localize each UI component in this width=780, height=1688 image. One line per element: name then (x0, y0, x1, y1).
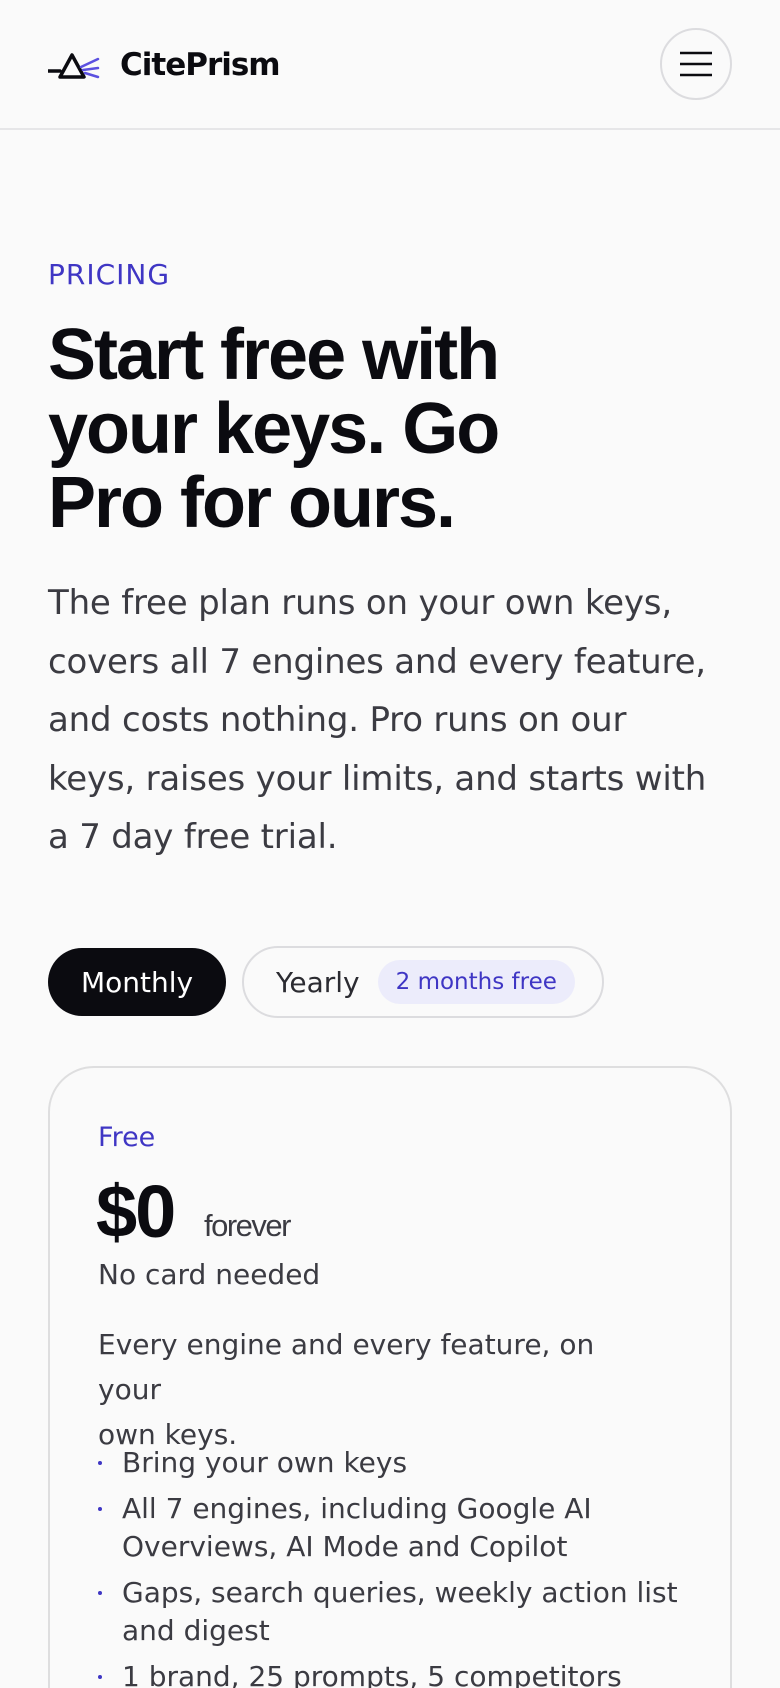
plan-feature: Bring your own keys (98, 1444, 698, 1482)
lede-line: The free plan runs on your own keys, (48, 583, 672, 623)
plan-name: Free (98, 1122, 156, 1153)
plan-note: No card needed (98, 1258, 321, 1291)
plan-description-line: Every engine and every feature, on your (98, 1328, 595, 1406)
hamburger-menu-icon (680, 51, 712, 77)
section-eyebrow: PRICING (48, 258, 171, 291)
plan-feature-text: Gaps, search queries, weekly action list (122, 1576, 678, 1609)
lede-line: keys, raises your limits, and starts wit… (48, 758, 707, 799)
lede-line: a 7 day free trial. (48, 817, 338, 857)
billing-yearly-toggle[interactable]: Yearly 2 months free (242, 946, 604, 1018)
plan-feature-list: Bring your own keys All 7 engines, inclu… (98, 1444, 698, 1688)
bullet-dot-icon (98, 1675, 102, 1679)
billing-yearly-label: Yearly (276, 965, 360, 999)
plan-description: Every engine and every feature, on your … (98, 1322, 658, 1457)
bullet-dot-icon (98, 1591, 102, 1595)
bullet-dot-icon (98, 1461, 102, 1465)
plan-feature: Gaps, search queries, weekly action list… (98, 1574, 698, 1650)
plan-card-free: Free $0 forever No card needed Every eng… (48, 1066, 732, 1688)
menu-button[interactable] (660, 28, 732, 100)
plan-feature-text: Overviews, AI Mode and Copilot (122, 1530, 568, 1563)
brand-name: CitePrism (120, 47, 281, 83)
site-header: CitePrism (0, 0, 780, 130)
plan-feature-text: and digest (122, 1614, 270, 1647)
headline-line: Start free with (48, 315, 500, 395)
page-lede: The free plan runs on your own keys, cov… (48, 574, 738, 867)
pricing-page: CitePrism PRICING Start free with your k… (0, 0, 780, 1688)
plan-feature-text: All 7 engines, including Google AI (122, 1492, 592, 1525)
plan-feature-text: Bring your own keys (122, 1446, 408, 1479)
plan-feature-text: 1 brand, 25 prompts, 5 competitors (122, 1660, 622, 1688)
bullet-dot-icon (98, 1507, 102, 1511)
headline-line: your keys. Go (48, 389, 500, 469)
yearly-discount-badge: 2 months free (377, 960, 575, 1004)
page-headline: Start free with your keys. Go Pro for ou… (48, 318, 708, 540)
headline-line: Pro for ours. (48, 463, 456, 543)
plan-period: forever (204, 1208, 291, 1243)
plan-feature: 1 brand, 25 prompts, 5 competitors (98, 1658, 698, 1688)
lede-line: and costs nothing. Pro runs on our (48, 700, 627, 740)
brand-logo-link[interactable]: CitePrism (48, 42, 281, 88)
plan-price: $0 (96, 1170, 176, 1253)
billing-monthly-toggle[interactable]: Monthly (48, 948, 226, 1016)
plan-feature: All 7 engines, including Google AI Overv… (98, 1490, 698, 1566)
prism-logo-icon (48, 53, 100, 79)
lede-line: covers all 7 engines and every feature, (48, 641, 706, 682)
